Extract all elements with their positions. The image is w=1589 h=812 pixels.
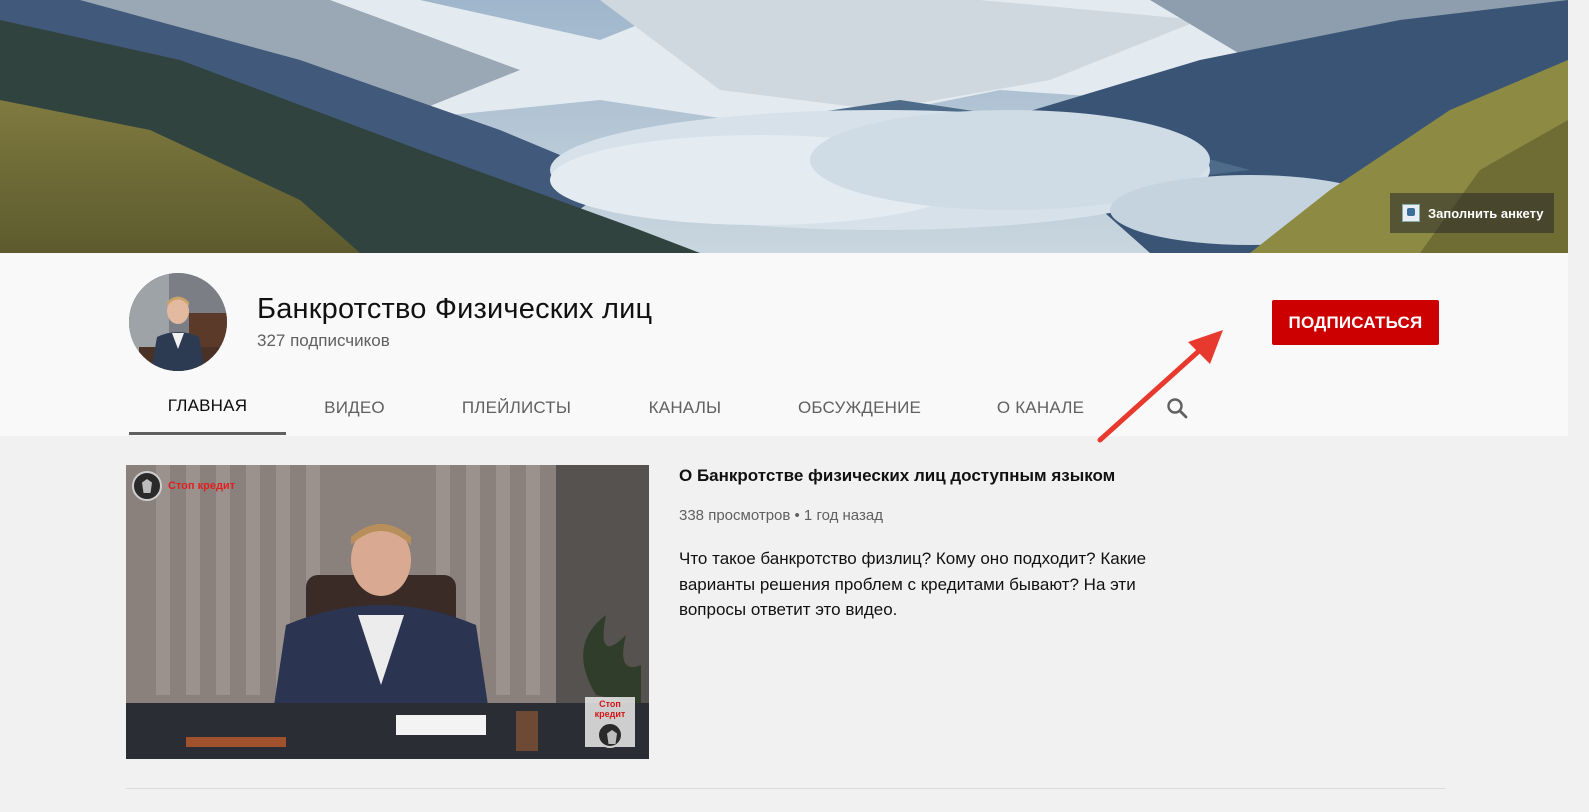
subscriber-count: 327 подписчиков: [257, 331, 390, 350]
tab-about[interactable]: О КАНАЛЕ: [959, 380, 1122, 435]
survey-link-label: Заполнить анкету: [1428, 205, 1544, 221]
tab-home[interactable]: ГЛАВНАЯ: [129, 380, 286, 435]
subscribe-button[interactable]: ПОДПИСАТЬСЯ: [1272, 300, 1439, 345]
search-icon: [1167, 398, 1188, 419]
featured-video-description: Что такое банкротство физлиц? Кому оно п…: [679, 549, 1147, 619]
tab-channels[interactable]: КАНАЛЫ: [610, 380, 760, 435]
thumbnail-brand: Стоп кредит: [132, 471, 235, 501]
channel-title: Банкротство Физических лиц: [257, 293, 653, 325]
channel-search-button[interactable]: [1160, 391, 1194, 425]
thumbnail-corner-badge: Стоп кредит: [585, 697, 635, 748]
channel-avatar[interactable]: [129, 273, 227, 371]
featured-video-meta: 338 просмотров • 1 год назад: [679, 507, 883, 524]
channel-header: Банкротство Физических лиц 327 подписчик…: [0, 253, 1568, 436]
tab-playlists[interactable]: ПЛЕЙЛИСТЫ: [423, 380, 610, 435]
section-divider: [126, 788, 1446, 789]
featured-video-title[interactable]: О Банкротстве физических лиц доступным я…: [679, 465, 1115, 487]
thumbnail-image: [126, 465, 649, 759]
survey-link[interactable]: Заполнить анкету: [1390, 193, 1554, 233]
thumbnail-brand-label: Стоп кредит: [168, 480, 236, 492]
avatar-image: [129, 273, 227, 371]
thumbnail-badge-label: Стоп кредит: [594, 699, 626, 719]
tab-discussion[interactable]: ОБСУЖДЕНИЕ: [760, 380, 959, 435]
shield-logo-icon: [597, 722, 623, 748]
channel-tabs: ГЛАВНАЯ ВИДЕО ПЛЕЙЛИСТЫ КАНАЛЫ ОБСУЖДЕНИ…: [129, 380, 1122, 435]
channel-banner: Заполнить анкету: [0, 0, 1568, 253]
survey-logo-icon: [1402, 204, 1420, 222]
mountain-landscape: [0, 0, 1568, 253]
featured-video-thumbnail[interactable]: Стоп кредит: [126, 465, 649, 759]
tab-videos[interactable]: ВИДЕО: [286, 380, 423, 435]
shield-logo-icon: [132, 471, 162, 501]
